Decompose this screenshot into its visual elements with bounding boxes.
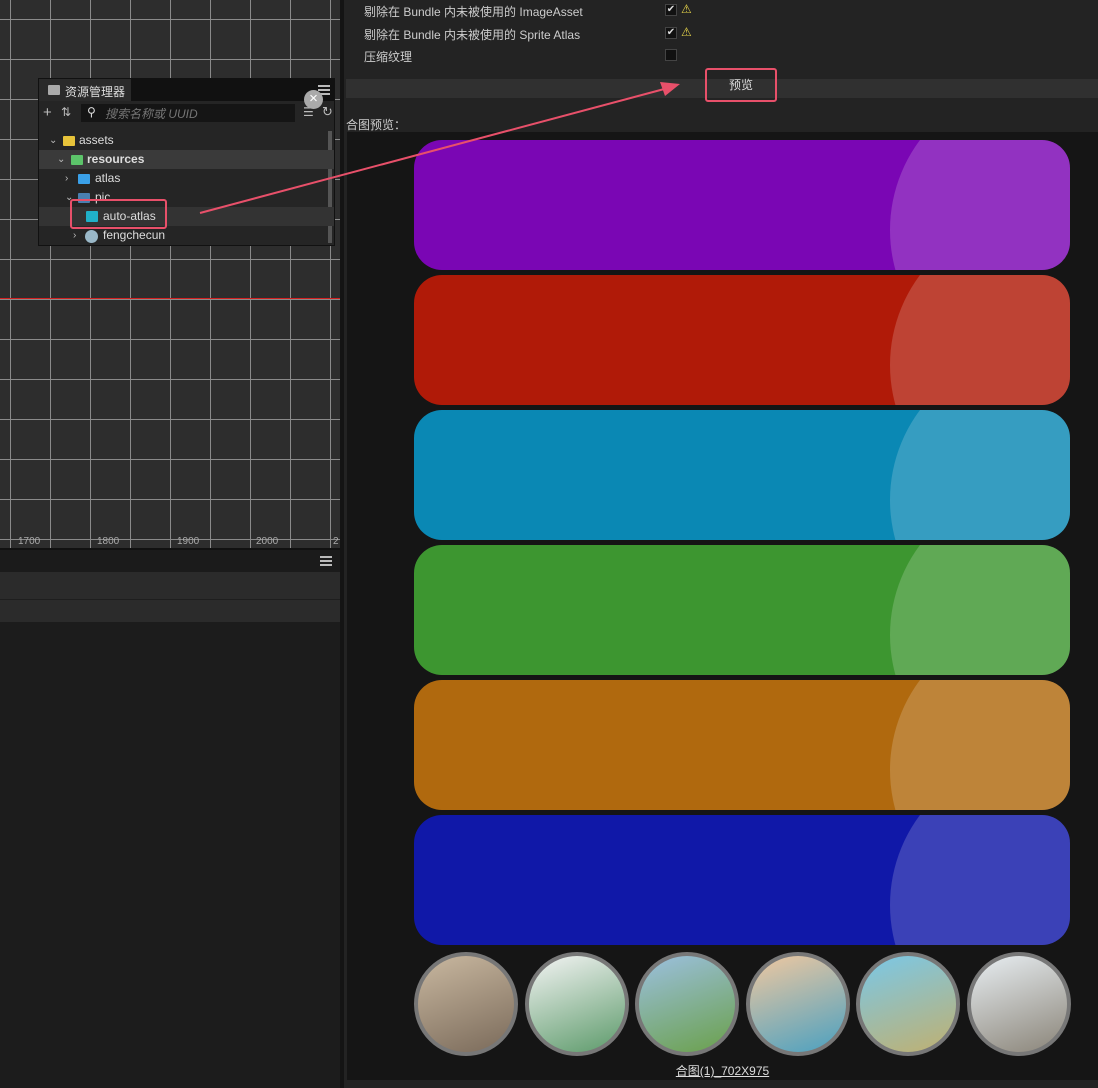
option-label: 压缩纹理: [364, 50, 413, 64]
close-icon[interactable]: ×: [304, 90, 323, 109]
refresh-icon[interactable]: ↻: [322, 104, 333, 120]
database-icon: [63, 136, 75, 146]
warning-icon: ⚠: [681, 2, 692, 16]
checkbox-remove-imageasset[interactable]: ✔: [665, 4, 677, 16]
checkbox-remove-sprite-atlas[interactable]: ✔: [665, 27, 677, 39]
ruler-tick: 1700: [18, 536, 41, 547]
folder-icon: [48, 85, 60, 95]
tab-assets[interactable]: 资源管理器: [39, 79, 131, 101]
thumbnail-cafe-terrace: [414, 952, 518, 1056]
sprite-bar: [414, 680, 1070, 810]
tree-item-resources[interactable]: ⌄ resources: [39, 150, 334, 169]
prefab-icon: [85, 230, 98, 243]
tree-item-atlas[interactable]: › atlas: [39, 169, 334, 188]
option-label: 剔除在 Bundle 内未被使用的 Sprite Atlas: [364, 28, 581, 42]
ruler-tick: 2000: [256, 536, 279, 547]
sprite-bar: [414, 140, 1070, 270]
thumbnail-pagoda: [524, 952, 629, 1056]
thumbnail-seaside-cliff: [856, 952, 960, 1056]
sprite-bar: [414, 545, 1070, 675]
sort-icon[interactable]: ⇅: [61, 105, 71, 119]
axis-line: [0, 298, 340, 299]
atlas-caption-link[interactable]: 合图(1)_702X975: [347, 1062, 1098, 1079]
ruler-tick: 1900: [177, 536, 200, 547]
tree-label: atlas: [95, 171, 121, 185]
search-input[interactable]: [81, 104, 295, 122]
ruler-tick: 1800: [97, 536, 120, 547]
highlight-box: [70, 199, 167, 229]
panel-toolbar: [0, 572, 340, 599]
menu-icon[interactable]: [320, 556, 332, 566]
tree-item-assets[interactable]: ⌄ assets: [39, 131, 334, 150]
warning-icon: ⚠: [681, 25, 692, 39]
panel-body: [0, 622, 340, 1088]
thumbnail-windmill: [635, 952, 739, 1056]
checkbox-compress-texture[interactable]: [665, 49, 677, 61]
folder-icon: [78, 174, 90, 184]
thumbnail-cathedral: [966, 952, 1071, 1056]
preview-button[interactable]: 预览: [705, 68, 777, 102]
inspector-panel: 剔除在 Bundle 内未被使用的 ImageAsset ✔ ⚠ 剔除在 Bun…: [344, 0, 1098, 1088]
option-label: 剔除在 Bundle 内未被使用的 ImageAsset: [364, 5, 583, 19]
sprite-bar: [414, 410, 1070, 540]
panel-title: 资源管理器: [65, 85, 126, 99]
atlas-preview: 合图(1)_702X975: [347, 132, 1098, 1080]
search-icon: ⚲: [87, 105, 96, 119]
panel-row: [0, 600, 340, 622]
sprite-bar: [414, 815, 1070, 945]
sprite-bar: [414, 275, 1070, 405]
ruler-tick: 2: [333, 536, 339, 547]
thumbnail-father-child-walk: [745, 952, 850, 1056]
tree-label: assets: [79, 133, 114, 147]
panel-header: [0, 550, 340, 572]
tree-label: resources: [87, 152, 145, 166]
folder-open-icon: [71, 155, 83, 165]
preview-label: 合图预览：: [346, 118, 407, 132]
add-icon[interactable]: +: [43, 104, 52, 121]
